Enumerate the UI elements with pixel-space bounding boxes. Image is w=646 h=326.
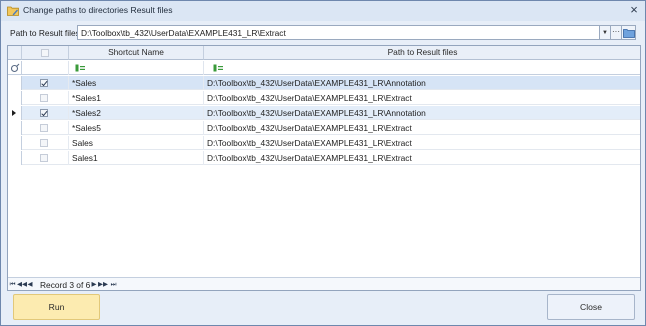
row-checkbox[interactable] xyxy=(40,109,48,117)
record-position-text: Record 3 of 6 xyxy=(40,280,91,290)
folder-edit-icon xyxy=(7,6,19,16)
row-checkbox-cell[interactable] xyxy=(22,91,69,105)
column-header-path[interactable]: Path to Result files xyxy=(204,46,640,60)
path-input[interactable]: D:\Toolbox\tb_432\UserData\EXAMPLE431_LR… xyxy=(77,25,600,40)
column-header-shortcut-name[interactable]: Shortcut Name xyxy=(69,46,204,60)
shortcut-name-cell[interactable]: *Sales2 xyxy=(69,106,204,120)
path-cell[interactable]: D:\Toolbox\tb_432\UserData\EXAMPLE431_LR… xyxy=(204,136,640,150)
header-select-all[interactable] xyxy=(22,46,69,60)
window-title: Change paths to directories Result files xyxy=(23,5,173,15)
shortcut-name-cell[interactable]: Sales1 xyxy=(69,151,204,165)
shortcut-name-cell[interactable]: *Sales xyxy=(69,76,204,90)
row-indicator[interactable] xyxy=(8,121,22,135)
browse-ellipsis-button[interactable]: ··· xyxy=(611,25,622,40)
row-indicator[interactable] xyxy=(8,91,22,105)
table-row[interactable]: *Sales1 D:\Toolbox\tb_432\UserData\EXAMP… xyxy=(8,91,640,105)
close-window-button[interactable]: × xyxy=(627,3,641,17)
current-row-arrow-icon xyxy=(12,110,16,116)
record-navigator: ⏮ ◀◀ ◀ Record 3 of 6 ▶ ▶▶ ⏭ xyxy=(8,277,640,290)
table-row-selected[interactable]: *Sales2 D:\Toolbox\tb_432\UserData\EXAMP… xyxy=(8,106,640,120)
title-bar: Change paths to directories Result files… xyxy=(1,1,645,21)
shortcut-name-cell[interactable]: *Sales5 xyxy=(69,121,204,135)
run-button[interactable]: Run xyxy=(13,294,100,320)
filter-row-indicator[interactable] xyxy=(8,61,22,75)
next-page-icon[interactable]: ▶▶ xyxy=(98,280,108,290)
row-checkbox-cell[interactable] xyxy=(22,136,69,150)
row-checkbox[interactable] xyxy=(40,79,48,87)
filter-equals-icon xyxy=(75,64,85,72)
row-indicator[interactable] xyxy=(8,136,22,150)
row-checkbox-cell[interactable] xyxy=(22,151,69,165)
path-cell[interactable]: D:\Toolbox\tb_432\UserData\EXAMPLE431_LR… xyxy=(204,151,640,165)
row-checkbox-cell[interactable] xyxy=(22,106,69,120)
auto-filter-row xyxy=(8,61,640,75)
path-label: Path to Result files: xyxy=(10,28,83,38)
row-indicator[interactable] xyxy=(8,76,22,90)
row-checkbox-cell[interactable] xyxy=(22,76,69,90)
shortcut-name-cell[interactable]: *Sales1 xyxy=(69,91,204,105)
row-checkbox[interactable] xyxy=(40,124,48,132)
table-row[interactable]: Sales D:\Toolbox\tb_432\UserData\EXAMPLE… xyxy=(8,136,640,150)
dialog-window: Change paths to directories Result files… xyxy=(0,0,646,326)
table-row[interactable]: *Sales5 D:\Toolbox\tb_432\UserData\EXAMP… xyxy=(8,121,640,135)
folder-icon xyxy=(623,29,635,38)
previous-record-icon[interactable]: ◀ xyxy=(27,280,33,290)
row-indicator[interactable] xyxy=(8,106,22,120)
row-checkbox[interactable] xyxy=(40,154,48,162)
close-button[interactable]: Close xyxy=(547,294,635,320)
row-indicator[interactable] xyxy=(8,151,22,165)
previous-page-icon[interactable]: ◀◀ xyxy=(17,280,27,290)
select-all-checkbox[interactable] xyxy=(41,49,49,57)
last-record-icon[interactable]: ⏭ xyxy=(109,280,118,290)
path-dropdown-button[interactable]: ▼ xyxy=(600,25,611,40)
filter-equals-icon xyxy=(213,64,223,72)
row-checkbox[interactable] xyxy=(40,94,48,102)
shortcut-name-cell[interactable]: Sales xyxy=(69,136,204,150)
next-record-icon[interactable]: ▶ xyxy=(91,280,97,290)
path-cell[interactable]: D:\Toolbox\tb_432\UserData\EXAMPLE431_LR… xyxy=(204,121,640,135)
filter-clear-icon xyxy=(10,63,20,73)
first-record-icon[interactable]: ⏮ xyxy=(9,280,16,290)
open-folder-button[interactable] xyxy=(622,25,636,40)
table-row[interactable]: Sales1 D:\Toolbox\tb_432\UserData\EXAMPL… xyxy=(8,151,640,165)
path-cell[interactable]: D:\Toolbox\tb_432\UserData\EXAMPLE431_LR… xyxy=(204,76,640,90)
table-row[interactable]: *Sales D:\Toolbox\tb_432\UserData\EXAMPL… xyxy=(8,76,640,90)
filter-cell-path[interactable] xyxy=(204,61,640,75)
shortcut-grid: Shortcut Name Path to Result files *Sale… xyxy=(7,45,641,291)
filter-cell-shortcut-name[interactable] xyxy=(69,61,204,75)
path-cell[interactable]: D:\Toolbox\tb_432\UserData\EXAMPLE431_LR… xyxy=(204,106,640,120)
path-cell[interactable]: D:\Toolbox\tb_432\UserData\EXAMPLE431_LR… xyxy=(204,91,640,105)
header-indicator-cell xyxy=(8,46,22,60)
row-checkbox[interactable] xyxy=(40,139,48,147)
row-checkbox-cell[interactable] xyxy=(22,121,69,135)
filter-cell-checked[interactable] xyxy=(22,61,69,75)
